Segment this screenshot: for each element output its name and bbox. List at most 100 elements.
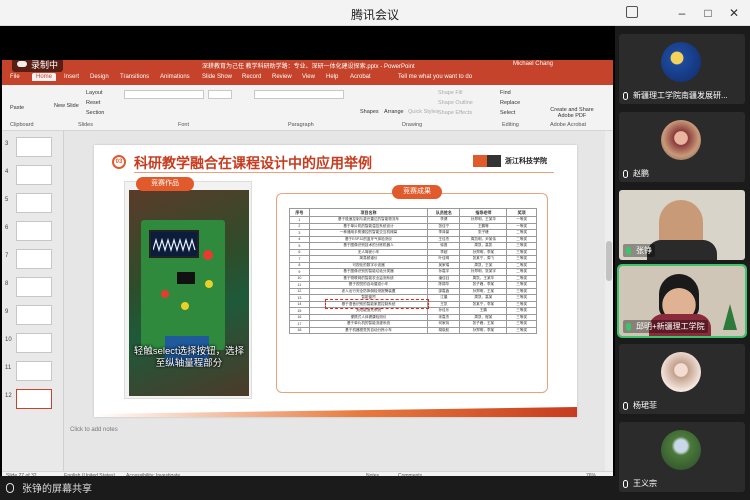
- recording-indicator[interactable]: 录制中: [12, 56, 64, 72]
- tab-view[interactable]: View: [302, 74, 315, 80]
- thumbnail-number: 12: [5, 393, 12, 399]
- minimize-button[interactable]: –: [672, 4, 692, 22]
- photo-caption: 轻触select选择按钮，选择至纵轴量程部分: [133, 346, 245, 369]
- font-size-select[interactable]: [208, 90, 232, 99]
- highlight-box: [325, 299, 429, 309]
- window-controls: – □ ✕: [672, 4, 744, 22]
- slide-thumbnail-current[interactable]: [16, 389, 52, 409]
- slide-thumbnail[interactable]: [16, 137, 52, 157]
- select-button[interactable]: Select: [500, 110, 515, 116]
- thumbnail-number: 3: [5, 141, 9, 147]
- slide-thumbnail[interactable]: [16, 193, 52, 213]
- group-slides: Slides: [78, 122, 93, 128]
- mic-muted-icon: [623, 91, 628, 100]
- window-titlebar: 腾讯会议 – □ ✕: [0, 0, 750, 26]
- pin-icon[interactable]: [626, 6, 638, 18]
- participant-name: 新疆理工学院南疆发展研...: [633, 91, 728, 100]
- thumbnail-number: 6: [5, 225, 9, 231]
- screen-share-label[interactable]: 张铮的屏幕共享: [6, 480, 92, 495]
- table-header: 序号: [289, 208, 310, 217]
- participant-tile[interactable]: 赵鹏: [619, 112, 745, 182]
- tab-file[interactable]: File: [10, 74, 20, 80]
- shapes-button[interactable]: Shapes: [360, 109, 379, 115]
- slide-thumbnail[interactable]: [16, 305, 52, 325]
- table-header: 奖项: [506, 208, 537, 217]
- new-slide-button[interactable]: New Slide: [54, 103, 79, 109]
- shape-effects-button[interactable]: Shape Effects: [438, 110, 472, 116]
- current-slide[interactable]: 03 科研教学融合在课程设计中的应用举例 浙江科技学院 竞赛作品 轻触selec…: [94, 145, 577, 417]
- participant-panel: 新疆理工学院南疆发展研... 赵鹏 张铮 邱明+新疆理工学院 杨珺菲 王义宗: [615, 26, 750, 500]
- paragraph-controls[interactable]: [254, 90, 344, 99]
- canvas-scrollbar[interactable]: [605, 131, 613, 471]
- layout-button[interactable]: Layout: [86, 90, 103, 96]
- section-button[interactable]: Section: [86, 110, 104, 116]
- group-adobe-acrobat: Adobe Acrobat: [550, 122, 587, 128]
- mic-muted-icon: [623, 169, 628, 178]
- shape-fill-button[interactable]: Shape Fill: [438, 90, 462, 96]
- slide-thumbnail[interactable]: [16, 333, 52, 353]
- tab-help[interactable]: Help: [326, 74, 338, 80]
- share-bar: 张铮的屏幕共享: [0, 476, 615, 500]
- close-button[interactable]: ✕: [724, 4, 744, 22]
- group-clipboard: Clipboard: [10, 122, 34, 128]
- thumbnail-number: 10: [5, 337, 12, 343]
- find-button[interactable]: Find: [500, 90, 511, 96]
- yellow-button-icon: [205, 280, 213, 288]
- arrange-button[interactable]: Arrange: [384, 109, 404, 115]
- notes-placeholder[interactable]: Click to add notes: [70, 427, 118, 433]
- paste-button[interactable]: Paste: [10, 105, 24, 111]
- participant-name-plate: 赵鹏: [623, 168, 649, 179]
- slide-thumbnail[interactable]: [16, 221, 52, 241]
- scrollbar-thumb[interactable]: [606, 241, 612, 281]
- participant-video-tile-active[interactable]: 邱明+新疆理工学院: [617, 264, 747, 338]
- red-component: [203, 250, 213, 260]
- participant-video: [659, 274, 699, 318]
- ppt-filename: 深耕教育为己任 教学科研助学路：专业、深研一体化建设探索.pptx - Powe…: [202, 64, 415, 70]
- participant-tile[interactable]: 杨珺菲: [619, 344, 745, 414]
- chip: [177, 272, 195, 284]
- thumbnail-number: 11: [5, 365, 12, 371]
- slide-thumbnail-pane: 3 4 5 6 7 8 9 10 11 12: [2, 131, 64, 471]
- microphone-icon: [6, 482, 14, 493]
- recording-label: 录制中: [31, 59, 59, 70]
- slide-thumbnail[interactable]: [16, 165, 52, 185]
- mic-muted-icon: [623, 401, 628, 410]
- tab-acrobat[interactable]: Acrobat: [350, 74, 371, 80]
- tab-transitions[interactable]: Transitions: [120, 74, 149, 80]
- reset-button[interactable]: Reset: [86, 100, 100, 106]
- slide-thumbnail[interactable]: [16, 249, 52, 269]
- search-hint[interactable]: Tell me what you want to do: [398, 74, 472, 80]
- circuit-board: [141, 220, 225, 350]
- tab-design[interactable]: Design: [90, 74, 109, 80]
- table-cell: 基于机器视觉的自动分拣小车: [308, 326, 429, 334]
- tab-review[interactable]: Review: [272, 74, 292, 80]
- slide-thumbnail[interactable]: [16, 277, 52, 297]
- shape-outline-button[interactable]: Shape Outline: [438, 100, 473, 106]
- participant-video-body: [647, 240, 717, 260]
- maximize-button[interactable]: □: [698, 4, 718, 22]
- table-row: 18 基于机器视觉的自动分拣小车 胡晓航 孙郑明，李某 三等奖: [289, 326, 537, 334]
- avatar: [661, 352, 701, 392]
- ppt-titlebar: 深耕教育为己任 教学科研助学路：专业、深研一体化建设探索.pptx - Powe…: [2, 60, 613, 72]
- tab-home[interactable]: Home: [32, 73, 57, 81]
- participant-name: 邱明+新疆理工学院: [636, 322, 705, 331]
- participant-video-tile[interactable]: 张铮: [619, 190, 745, 260]
- tab-slide-show[interactable]: Slide Show: [202, 74, 232, 80]
- table-header: 指导老师: [459, 208, 508, 217]
- tab-record[interactable]: Record: [242, 74, 261, 80]
- replace-button[interactable]: Replace: [500, 100, 520, 106]
- photo-tag: 竞赛作品: [136, 177, 194, 191]
- ppt-ribbon-tabs: File Home Insert Design Transitions Anim…: [2, 72, 613, 85]
- table-cell: 孙郑明，李某: [459, 326, 508, 334]
- tab-animations[interactable]: Animations: [160, 74, 190, 80]
- participant-name-plate: 王义宗: [623, 478, 657, 489]
- participant-tile[interactable]: 新疆理工学院南疆发展研...: [619, 34, 745, 104]
- powerpoint-window: 深耕教育为己任 教学科研助学路：专业、深研一体化建设探索.pptx - Powe…: [2, 60, 613, 480]
- participant-tile[interactable]: 王义宗: [619, 422, 745, 492]
- tab-insert[interactable]: Insert: [64, 74, 79, 80]
- slide-thumbnail[interactable]: [16, 361, 52, 381]
- avatar: [661, 42, 701, 82]
- quick-styles-button[interactable]: Quick Styles: [408, 109, 439, 115]
- font-name-select[interactable]: [124, 90, 204, 99]
- create-share-pdf-button[interactable]: Create and Share Adobe PDF: [544, 107, 600, 119]
